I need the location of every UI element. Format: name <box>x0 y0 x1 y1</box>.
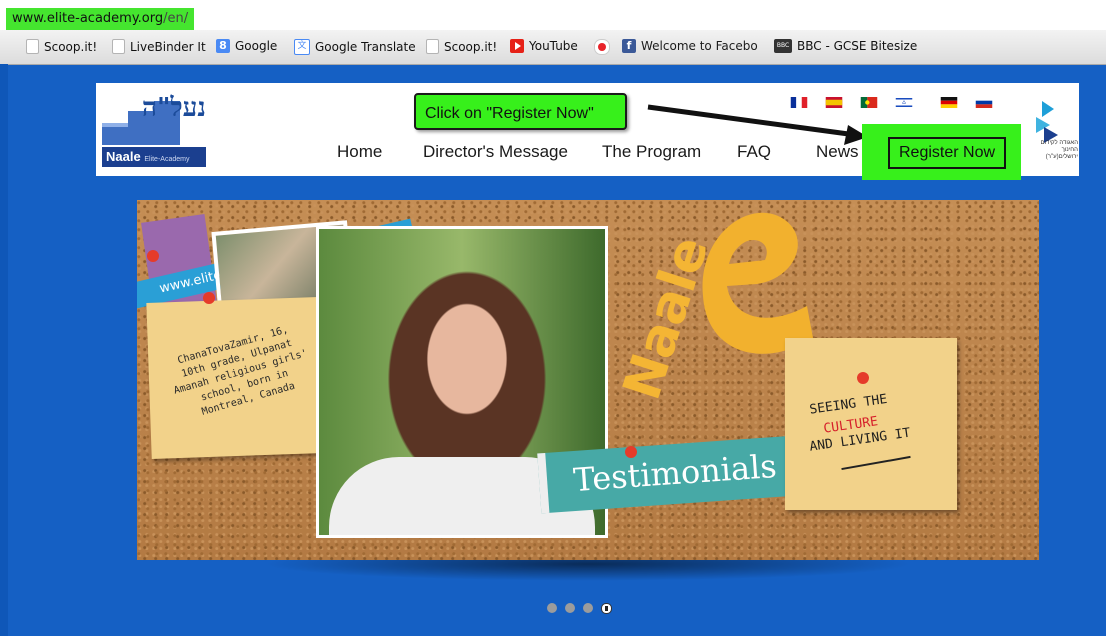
nav-the-program[interactable]: The Program <box>602 142 701 162</box>
student-note-text: ChanaTovaZamir, 16, 10th grade, Ulpanat … <box>172 324 309 418</box>
nav-home[interactable]: Home <box>337 142 382 162</box>
youtube-icon <box>510 39 524 53</box>
israel-flag-icon[interactable] <box>895 97 913 108</box>
bookmark-google-translate[interactable]: 文 Google Translate <box>294 39 416 55</box>
bookmark-scoopit-1[interactable]: Scoop.it! <box>26 39 97 54</box>
bookmark-facebook[interactable]: f Welcome to Facebo <box>622 39 758 53</box>
bookmarks-bar: Scoop.it! LiveBinder It 8 Google 文 Google … <box>0 30 1106 65</box>
pushpin-icon <box>857 372 869 384</box>
pushpin-icon <box>203 292 215 304</box>
page-icon <box>26 39 39 54</box>
url-path: /en/ <box>163 11 189 26</box>
nav-news[interactable]: News <box>816 142 859 162</box>
organization-text: האגודה לקידום החינוך ירושלים(ע"ר) <box>1040 140 1078 160</box>
bookmark-label: YouTube <box>529 39 578 53</box>
bookmark-livebinder[interactable]: LiveBinder It <box>112 39 206 54</box>
hero-slider[interactable]: www.elite-academy.org ChanaTovaZamir, 16… <box>137 200 1039 560</box>
page-icon <box>426 39 439 54</box>
bookmark-label: Google Translate <box>315 40 416 54</box>
google-translate-icon: 文 <box>294 39 310 55</box>
bookmark-label: Scoop.it! <box>44 39 98 54</box>
url-domain: www.elite-academy.org <box>12 11 164 26</box>
nav-directors-message[interactable]: Director's Message <box>423 142 568 162</box>
facebook-icon: f <box>622 39 636 53</box>
portugal-flag-icon[interactable] <box>860 97 878 108</box>
pushpin-icon <box>625 446 637 458</box>
bookmark-youtube[interactable]: YouTube <box>510 39 578 53</box>
bookmark-label: BBC - GCSE Bitesize <box>797 39 918 53</box>
nav-faq[interactable]: FAQ <box>737 142 771 162</box>
culture-note: SEEING THE CULTURE AND LIVING IT <box>785 338 957 510</box>
bookmark-label: LiveBinder It <box>130 39 206 54</box>
carousel-pagination <box>547 603 612 617</box>
bookmark-scoopit-2[interactable]: Scoop.it! <box>426 39 497 54</box>
carousel-dot-3[interactable] <box>583 603 593 613</box>
bookmark-label: Welcome to Facebo <box>641 39 758 53</box>
spain-flag-icon[interactable] <box>825 97 843 108</box>
site-header: נעל"ה Naale Elite-Academy Click on "Regi… <box>96 83 1079 180</box>
bookmark-google[interactable]: 8 Google <box>216 39 277 53</box>
record-icon <box>594 39 610 55</box>
bookmark-record[interactable] <box>594 39 615 55</box>
carousel-dot-4[interactable] <box>601 603 612 614</box>
pushpin-icon <box>147 250 159 262</box>
germany-flag-icon[interactable] <box>940 97 958 108</box>
bookmark-label: Google <box>235 39 278 53</box>
bbc-icon: BBC <box>774 39 792 53</box>
naale-brand-word: Naale <box>612 230 721 407</box>
page-icon <box>112 39 125 54</box>
carousel-dot-2[interactable] <box>565 603 575 613</box>
bookmark-bbc[interactable]: BBC BBC - GCSE Bitesize <box>774 39 917 53</box>
russia-flag-icon[interactable] <box>975 97 993 108</box>
carousel-dot-1[interactable] <box>547 603 557 613</box>
france-flag-icon[interactable] <box>790 97 808 108</box>
slider-shadow <box>137 560 1039 590</box>
page-edge <box>0 64 8 636</box>
bookmark-label: Scoop.it! <box>444 39 498 54</box>
student-note: ChanaTovaZamir, 16, 10th grade, Ulpanat … <box>146 297 324 459</box>
url-text[interactable]: www.elite-academy.org/en/ <box>6 8 195 30</box>
address-bar[interactable]: www.elite-academy.org/en/ <box>0 0 1106 30</box>
google-icon: 8 <box>216 39 230 53</box>
underline-stroke <box>841 455 911 471</box>
register-now-button[interactable]: Register Now <box>888 137 1006 169</box>
